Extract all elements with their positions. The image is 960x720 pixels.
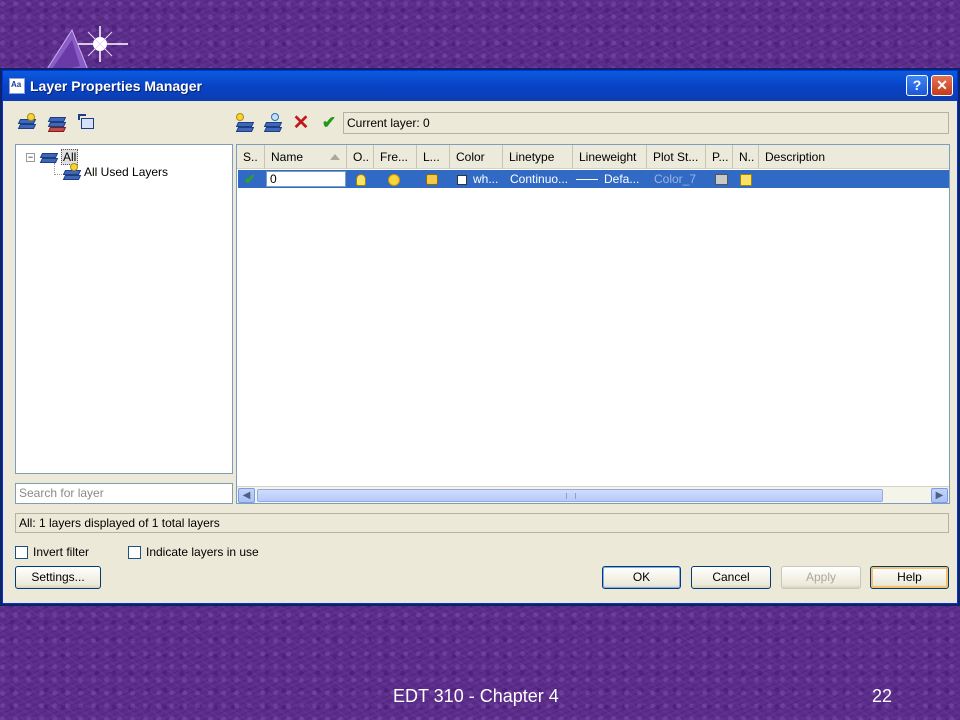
scroll-left-icon[interactable]: ◀ bbox=[238, 488, 255, 503]
layer-lock-cell[interactable] bbox=[420, 170, 438, 188]
layer-properties-dialog: Layer Properties Manager ? ✕ ✕ ✔ Current… bbox=[2, 70, 958, 604]
tree-item-all-used-layers[interactable]: All Used Layers bbox=[62, 163, 169, 180]
layer-plot-cell[interactable] bbox=[709, 170, 728, 188]
tree-item-all[interactable]: − All bbox=[26, 149, 79, 165]
layer-new-vp-freeze-cell[interactable] bbox=[734, 170, 752, 188]
printer-icon bbox=[715, 174, 728, 186]
set-current-icon[interactable]: ✔ bbox=[319, 113, 339, 133]
indicate-layers-checkbox[interactable]: Indicate layers in use bbox=[128, 545, 259, 559]
new-layer-icon[interactable] bbox=[235, 113, 255, 133]
horizontal-scrollbar[interactable]: ◀ ▶ bbox=[237, 486, 949, 503]
ok-button[interactable]: OK bbox=[602, 566, 681, 589]
layer-toolbar: ✕ ✔ bbox=[235, 113, 339, 133]
new-layer-vp-frozen-icon[interactable] bbox=[263, 113, 283, 133]
layer-lineweight-cell[interactable]: Defa... bbox=[570, 170, 639, 188]
scroll-thumb[interactable] bbox=[257, 489, 883, 502]
layer-color-name: wh... bbox=[473, 172, 499, 186]
column-description[interactable]: Description bbox=[759, 145, 949, 169]
dialog-title: Layer Properties Manager bbox=[30, 78, 202, 94]
scroll-grip-icon bbox=[566, 493, 576, 499]
settings-button[interactable]: Settings... bbox=[15, 566, 101, 589]
new-property-filter-icon[interactable] bbox=[17, 113, 37, 133]
column-freeze[interactable]: Fre... bbox=[374, 145, 417, 169]
column-lineweight[interactable]: Lineweight bbox=[573, 145, 647, 169]
used-layers-filter-icon bbox=[62, 163, 82, 180]
checkbox-box[interactable] bbox=[128, 545, 141, 559]
collapse-icon[interactable]: − bbox=[26, 152, 35, 162]
filter-toolbar bbox=[17, 113, 97, 133]
column-color[interactable]: Color bbox=[450, 145, 503, 169]
column-name[interactable]: Name bbox=[265, 145, 347, 169]
column-status[interactable]: S.. bbox=[237, 145, 265, 169]
tree-item-label: All Used Layers bbox=[84, 165, 169, 179]
slide-footer-title: EDT 310 - Chapter 4 bbox=[393, 686, 559, 706]
help-title-button[interactable]: ? bbox=[906, 75, 928, 96]
layer-states-manager-icon[interactable] bbox=[77, 113, 97, 133]
layer-freeze-cell[interactable] bbox=[382, 170, 400, 188]
column-on[interactable]: O.. bbox=[347, 145, 374, 169]
layer-on-cell[interactable] bbox=[350, 170, 366, 188]
invert-filter-checkbox[interactable]: Invert filter bbox=[15, 545, 89, 559]
layer-plot-style-cell: Color_7 bbox=[654, 172, 697, 186]
search-input[interactable]: Search for layer bbox=[15, 483, 233, 504]
color-swatch bbox=[457, 174, 467, 185]
layer-color-cell[interactable]: wh... bbox=[451, 170, 498, 188]
layer-name-field[interactable]: 0 bbox=[266, 171, 346, 187]
scroll-right-icon[interactable]: ▶ bbox=[931, 488, 948, 503]
lightbulb-on-icon bbox=[356, 173, 366, 186]
help-button[interactable]: Help bbox=[870, 566, 949, 589]
column-new-vp-freeze[interactable]: N.. bbox=[733, 145, 759, 169]
column-plot-style[interactable]: Plot St... bbox=[647, 145, 706, 169]
sun-thawed-icon bbox=[388, 173, 400, 186]
new-group-filter-icon[interactable] bbox=[47, 113, 67, 133]
layer-list-header: S.. Name O.. Fre... L... Color Linetype … bbox=[237, 145, 949, 169]
checkbox-box[interactable] bbox=[15, 545, 28, 559]
close-button[interactable]: ✕ bbox=[931, 75, 953, 96]
layer-lineweight-value: Defa... bbox=[604, 172, 640, 186]
column-plot[interactable]: P... bbox=[706, 145, 733, 169]
lineweight-sample bbox=[576, 179, 598, 181]
dialog-titlebar[interactable]: Layer Properties Manager ? ✕ bbox=[3, 71, 957, 101]
sort-ascending-icon bbox=[330, 154, 340, 160]
filter-tree: − All All Used Layers bbox=[15, 144, 233, 474]
current-layer-label: Current layer: 0 bbox=[343, 112, 949, 134]
indicate-layers-label: Indicate layers in use bbox=[146, 545, 259, 559]
layer-manager-app-icon bbox=[9, 78, 25, 94]
column-name-label: Name bbox=[271, 150, 304, 164]
cancel-button[interactable]: Cancel bbox=[691, 566, 771, 589]
layer-count-status: All: 1 layers displayed of 1 total layer… bbox=[15, 513, 949, 533]
column-linetype[interactable]: Linetype bbox=[503, 145, 573, 169]
delete-layer-icon[interactable]: ✕ bbox=[291, 113, 311, 133]
unlocked-padlock-icon bbox=[426, 174, 438, 186]
apply-button[interactable]: Apply bbox=[781, 566, 861, 589]
slide-page-number: 22 bbox=[872, 686, 893, 706]
layers-stack-icon bbox=[39, 150, 59, 164]
column-lock[interactable]: L... bbox=[417, 145, 450, 169]
table-row[interactable]: ✔ 0 wh... Continuo... Defa... Color_7 bbox=[238, 170, 949, 188]
invert-filter-label: Invert filter bbox=[33, 545, 90, 559]
current-layer-check-icon: ✔ bbox=[244, 171, 256, 187]
layer-linetype-cell[interactable]: Continuo... bbox=[504, 170, 568, 188]
new-viewport-thaw-icon bbox=[740, 173, 752, 186]
layer-list: S.. Name O.. Fre... L... Color Linetype … bbox=[236, 144, 950, 504]
